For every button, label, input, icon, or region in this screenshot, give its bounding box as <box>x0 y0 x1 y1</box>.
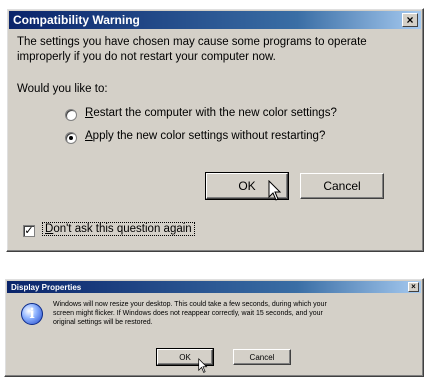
dont-ask-focus: Don't ask this question again <box>42 222 195 236</box>
compat-cancel-button[interactable]: Cancel <box>300 173 384 199</box>
restart-option-label: Restart the computer with the new color … <box>85 107 337 119</box>
apply-label-rest: pply the new color settings without rest… <box>92 130 326 142</box>
restart-label-rest: estart the computer with the new color s… <box>93 107 337 119</box>
display-cancel-label: Cancel <box>249 352 275 362</box>
check-icon: ✓ <box>24 225 34 237</box>
display-message-line3: original settings will be restored. <box>53 319 153 326</box>
display-title: Display Properties <box>11 282 82 292</box>
close-icon: × <box>411 282 416 291</box>
compat-title-bar[interactable]: Compatibility Warning × <box>9 11 421 29</box>
display-cancel-button[interactable]: Cancel <box>233 349 291 365</box>
compatibility-warning-dialog: Compatibility Warning × The settings you… <box>6 8 424 252</box>
dont-ask-rest: on't ask this question again <box>53 223 192 235</box>
display-message-line2: screen might flicker. If Windows does no… <box>53 310 323 317</box>
information-glyph: i <box>29 306 35 322</box>
compat-message-line2: improperly if you do not restart your co… <box>17 51 276 63</box>
mouse-pointer-icon <box>268 180 282 201</box>
compat-title: Compatibility Warning <box>13 13 140 27</box>
apply-radio[interactable] <box>65 132 77 144</box>
close-icon: × <box>406 13 414 27</box>
display-close-button[interactable]: × <box>408 282 419 292</box>
compat-cancel-label: Cancel <box>323 179 361 193</box>
display-properties-dialog: Display Properties × i Windows will now … <box>4 278 424 377</box>
information-icon: i <box>21 303 43 325</box>
dont-ask-label: Don't ask this question again <box>42 222 195 236</box>
display-message-line1: Windows will now resize your desktop. Th… <box>53 301 327 308</box>
apply-option-label: Apply the new color settings without res… <box>85 130 325 142</box>
compat-prompt: Would you like to: <box>17 83 108 95</box>
display-ok-label: OK <box>179 352 191 362</box>
dont-ask-checkbox[interactable]: ✓ <box>23 225 35 237</box>
restart-radio[interactable] <box>65 109 77 121</box>
radio-selected-dot <box>69 136 73 140</box>
compat-ok-label: OK <box>238 179 256 193</box>
display-title-bar[interactable]: Display Properties × <box>7 281 421 293</box>
dont-ask-option[interactable]: ✓ Don't ask this question again <box>23 222 243 239</box>
mouse-pointer-icon <box>198 358 208 373</box>
apply-option[interactable]: Apply the new color settings without res… <box>65 130 385 146</box>
restart-option[interactable]: Restart the computer with the new color … <box>65 107 385 123</box>
apply-accel: A <box>85 130 93 142</box>
compat-close-button[interactable]: × <box>402 13 418 27</box>
compat-message-line1: The settings you have chosen may cause s… <box>17 36 367 48</box>
